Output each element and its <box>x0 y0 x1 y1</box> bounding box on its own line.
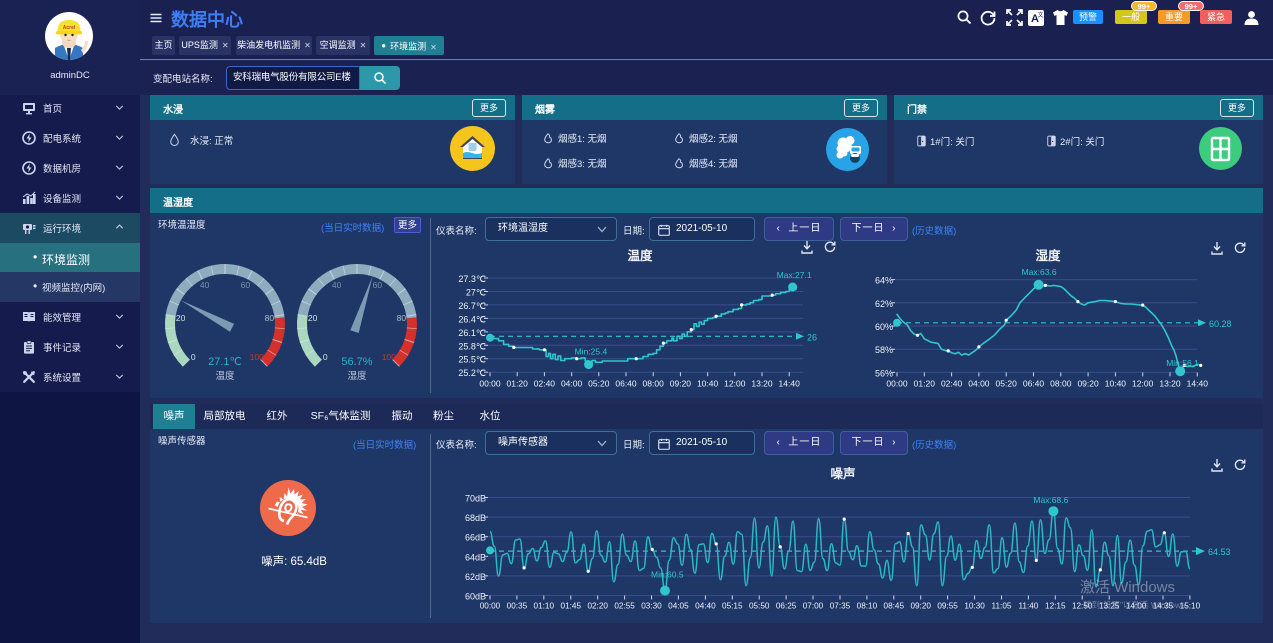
svg-text:文: 文 <box>1037 11 1043 19</box>
svg-text:Acrel: Acrel <box>63 25 76 31</box>
